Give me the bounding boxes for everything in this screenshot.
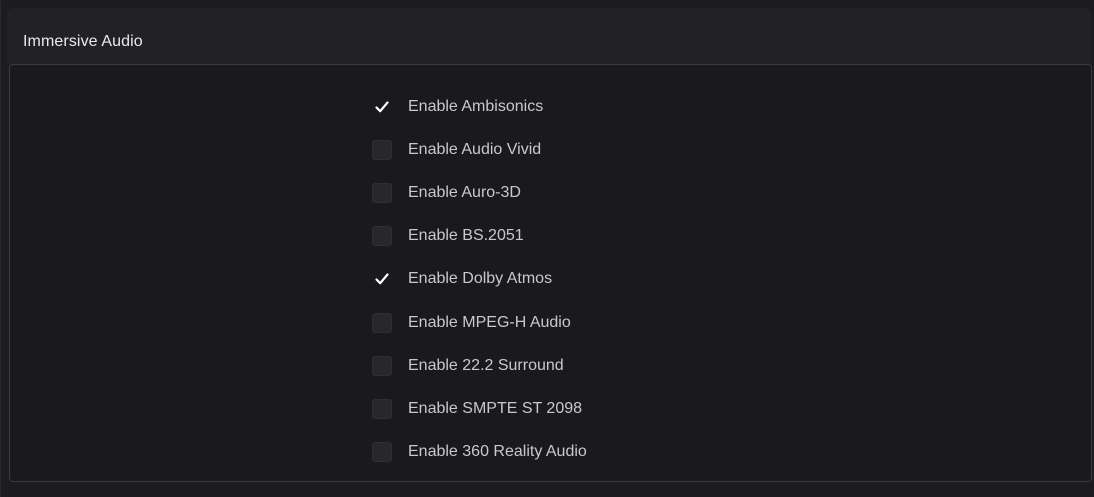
option-label: Enable Audio Vivid xyxy=(408,140,542,158)
option-label: Enable Ambisonics xyxy=(408,97,544,115)
section-header: Immersive Audio xyxy=(7,8,1091,64)
option-360-reality-audio[interactable]: Enable 360 Reality Audio xyxy=(372,431,587,474)
option-label: Enable BS.2051 xyxy=(408,227,524,245)
option-label: Enable SMPTE ST 2098 xyxy=(408,399,583,417)
option-label: Enable Dolby Atmos xyxy=(408,270,553,288)
checkbox[interactable] xyxy=(372,182,392,203)
immersive-audio-window: Immersive Audio Enable Ambisonics Enable… xyxy=(0,0,1094,497)
option-bs-2051[interactable]: Enable BS.2051 xyxy=(372,215,587,258)
checkbox[interactable] xyxy=(372,139,392,160)
options-list: Enable Ambisonics Enable Audio Vivid Ena… xyxy=(372,85,587,474)
checkmark-icon xyxy=(375,100,389,112)
option-22-2-surround[interactable]: Enable 22.2 Surround xyxy=(372,344,587,387)
option-label: Enable Auro-3D xyxy=(408,183,521,201)
option-dolby-atmos[interactable]: Enable Dolby Atmos xyxy=(372,258,587,301)
option-label: Enable 360 Reality Audio xyxy=(408,443,587,461)
checkbox[interactable] xyxy=(372,269,392,289)
checkbox[interactable] xyxy=(372,312,392,333)
option-label: Enable 22.2 Surround xyxy=(408,356,564,374)
checkbox[interactable] xyxy=(372,226,392,247)
checkmark-icon xyxy=(375,273,389,285)
checkbox[interactable] xyxy=(372,97,392,117)
option-mpeg-h-audio[interactable]: Enable MPEG-H Audio xyxy=(372,301,587,344)
checkbox[interactable] xyxy=(372,355,392,376)
option-ambisonics[interactable]: Enable Ambisonics xyxy=(372,85,587,128)
checkbox[interactable] xyxy=(372,398,392,419)
checkbox[interactable] xyxy=(372,442,392,463)
options-panel: Enable Ambisonics Enable Audio Vivid Ena… xyxy=(9,64,1092,482)
section-title: Immersive Audio xyxy=(23,33,143,50)
option-auro-3d[interactable]: Enable Auro-3D xyxy=(372,171,587,214)
option-label: Enable MPEG-H Audio xyxy=(408,313,571,331)
option-smpte-st-2098[interactable]: Enable SMPTE ST 2098 xyxy=(372,387,587,430)
option-audio-vivid[interactable]: Enable Audio Vivid xyxy=(372,128,587,171)
